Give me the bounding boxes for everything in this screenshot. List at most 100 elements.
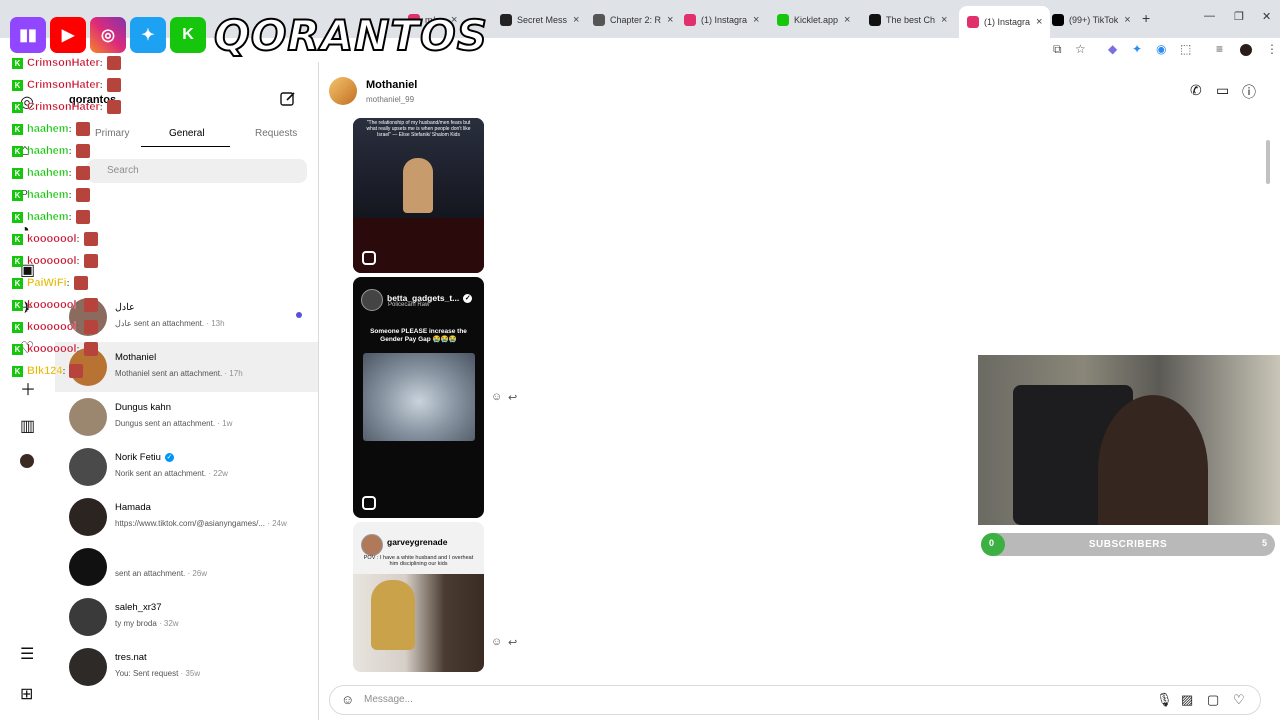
video-call-icon[interactable]: ▭: [1216, 82, 1229, 99]
browser-tab[interactable]: (99+) TikTok ×: [1052, 8, 1131, 32]
chat-header: Mothaniel mothaniel_99 ✆ ▭ ⓘ: [319, 62, 1280, 119]
tab-close-icon[interactable]: ×: [573, 14, 579, 26]
tab-general[interactable]: General: [169, 128, 205, 139]
shared-reel[interactable]: garveygrenade POV : I have a white husba…: [353, 522, 484, 672]
message-scrollbar[interactable]: [1266, 140, 1270, 184]
tab-requests[interactable]: Requests: [255, 128, 297, 139]
reel-image: [363, 353, 475, 441]
browser-tab[interactable]: The best Ch ×: [869, 8, 947, 32]
kick-badge-icon: K: [12, 299, 23, 311]
tab-title: Secret Mess: [517, 15, 568, 25]
profile-icon[interactable]: [20, 454, 34, 468]
microphone-icon[interactable]: 🎙: [1156, 692, 1173, 708]
reel-caption: POV : I have a white husband and I overh…: [363, 555, 474, 567]
webcam-feed: [978, 355, 1280, 525]
twitter-icon: ✦: [130, 17, 166, 53]
tab-close-icon[interactable]: ×: [1124, 14, 1130, 26]
chat-username: haahem: [27, 123, 69, 135]
new-tab-button[interactable]: +: [1142, 10, 1150, 26]
new-message-icon[interactable]: [279, 90, 297, 108]
search-input[interactable]: Search: [87, 159, 307, 183]
chat-username: kooooool: [27, 233, 77, 245]
conversation-name: saleh_xr37: [115, 602, 162, 613]
chat-separator: :: [76, 322, 80, 332]
kick-badge-icon: K: [12, 233, 23, 245]
chat-username: CrimsonHater: [27, 101, 100, 113]
chat-emote: [83, 342, 98, 356]
restore-icon[interactable]: ❐: [1234, 10, 1244, 23]
react-emoji-icon[interactable]: ☺: [491, 391, 502, 403]
install-icon[interactable]: ⧉: [1053, 42, 1062, 57]
browser-tab[interactable]: (1) Instagra ×: [959, 6, 1051, 38]
message-composer[interactable]: ☺ Message... 🎙 ▨ ▢ ♡: [329, 685, 1261, 715]
reel-icon: [362, 251, 376, 265]
chat-emote: [73, 276, 88, 290]
react-emoji-icon[interactable]: ☺: [491, 636, 502, 648]
tab-close-icon[interactable]: ×: [1036, 16, 1042, 28]
phone-icon[interactable]: ✆: [1190, 82, 1202, 99]
chat-username: kooooool: [27, 299, 77, 311]
tab-close-icon[interactable]: ×: [941, 14, 947, 26]
kick-badge-icon: K: [12, 101, 23, 113]
chat-name[interactable]: Mothaniel: [366, 79, 417, 91]
conversation-name: عادل: [115, 302, 135, 313]
conversation-item[interactable]: Dungus kahn Dungus sent an attachment. · …: [55, 392, 318, 442]
chat-emote: [83, 320, 98, 334]
info-icon[interactable]: ⓘ: [1242, 82, 1256, 102]
avatar: [69, 548, 107, 586]
avatar: [69, 598, 107, 636]
also-from-meta-icon[interactable]: ⊞: [20, 684, 33, 704]
reading-list-icon[interactable]: ≡: [1216, 42, 1223, 56]
chat-avatar[interactable]: [329, 77, 357, 105]
extension-icon[interactable]: ✦: [1132, 42, 1142, 56]
kick-icon: K: [170, 17, 206, 53]
conversation-preview: Dungus sent an attachment. · 1w: [115, 419, 233, 428]
tab-primary[interactable]: Primary: [95, 128, 129, 139]
kebab-menu-icon[interactable]: ⋮: [1266, 42, 1278, 56]
emoji-picker-icon[interactable]: ☺: [341, 692, 354, 707]
browser-tab[interactable]: Chapter 2: R ×: [593, 8, 673, 32]
heart-icon[interactable]: ♡: [1233, 692, 1245, 708]
chat-separator: :: [76, 234, 80, 244]
extension-icon[interactable]: ◉: [1156, 42, 1166, 56]
puzzle-icon[interactable]: ⬚: [1180, 42, 1191, 56]
shared-reel[interactable]: "The relationship of my husband/men fear…: [353, 118, 484, 273]
browser-tab[interactable]: Secret Mess ×: [500, 8, 579, 32]
chat-separator: :: [99, 80, 103, 90]
minimize-icon[interactable]: —: [1204, 10, 1215, 22]
conversation-name: Norik Fetiu ✓: [115, 452, 174, 463]
stream-chat-message: Khaahem :: [12, 120, 90, 138]
chat-separator: :: [62, 366, 66, 376]
conversation-preview: Mothaniel sent an attachment. · 17h: [115, 369, 243, 378]
conversation-item[interactable]: tres.nat You: Sent request · 35w: [55, 642, 318, 692]
message-input[interactable]: Message...: [364, 694, 413, 705]
kick-badge-icon: K: [12, 79, 23, 91]
chat-separator: :: [68, 212, 72, 222]
chat-username: haahem: [27, 211, 69, 223]
chat-username: haahem: [27, 145, 69, 157]
shared-reel[interactable]: betta_gadgets_t... ✓ Policecam Raw Someon…: [353, 277, 484, 518]
reply-icon[interactable]: ↩: [508, 391, 517, 404]
conversation-item[interactable]: Norik Fetiu ✓ Norik sent an attachment. · …: [55, 442, 318, 492]
close-window-icon[interactable]: ✕: [1262, 10, 1271, 23]
browser-tab[interactable]: Kicklet.app ×: [777, 8, 850, 32]
conversation-item[interactable]: sent an attachment. · 26w: [55, 542, 318, 592]
dashboard-icon[interactable]: ▥: [20, 416, 35, 436]
conversation-item[interactable]: saleh_xr37 ty my broda · 32w: [55, 592, 318, 642]
kick-badge-icon: K: [12, 145, 23, 157]
tab-close-icon[interactable]: ×: [667, 14, 673, 26]
reply-icon[interactable]: ↩: [508, 636, 517, 649]
chat-username: PaiWiFi: [27, 277, 67, 289]
extension-icon[interactable]: ◆: [1108, 42, 1117, 56]
more-menu-icon[interactable]: ☰: [20, 644, 34, 664]
conversation-preview: sent an attachment. · 26w: [115, 569, 208, 578]
conversation-item[interactable]: Hamada https://www.tiktok.com/@asianyngam…: [55, 492, 318, 542]
tab-close-icon[interactable]: ×: [844, 14, 850, 26]
reel-person-image: [403, 158, 433, 213]
profile-avatar[interactable]: [1240, 44, 1252, 56]
tab-close-icon[interactable]: ×: [753, 14, 759, 26]
image-upload-icon[interactable]: ▨: [1181, 692, 1193, 708]
bookmark-star-icon[interactable]: ☆: [1075, 42, 1086, 56]
browser-tab[interactable]: (1) Instagra ×: [684, 8, 759, 32]
sticker-icon[interactable]: ▢: [1207, 692, 1219, 708]
